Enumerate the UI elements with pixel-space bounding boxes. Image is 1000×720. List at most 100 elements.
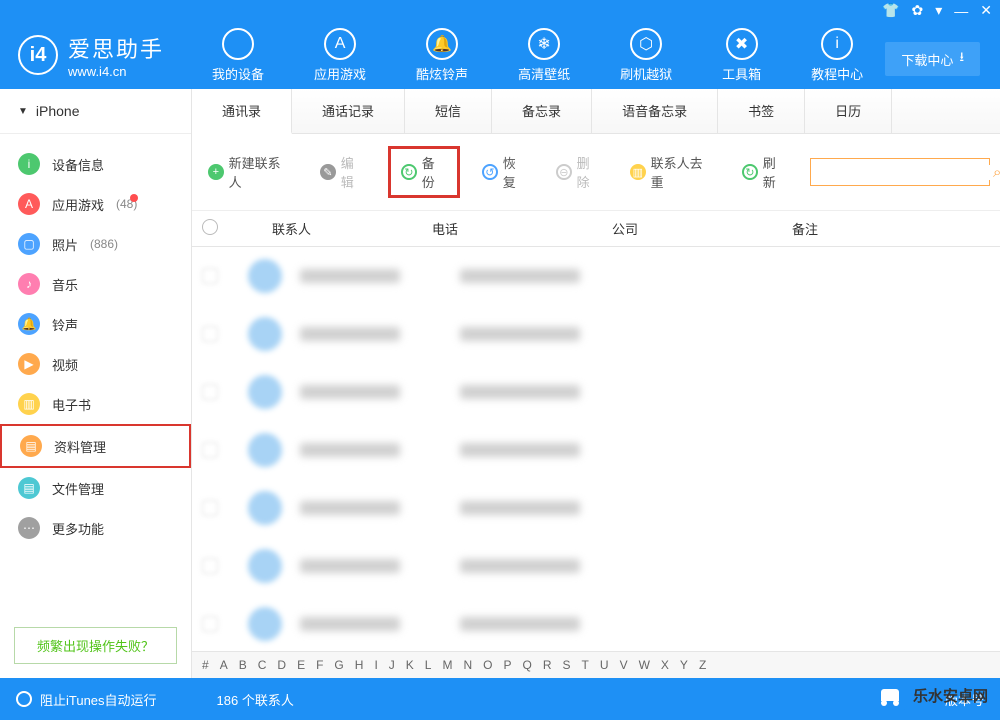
table-row[interactable] — [192, 363, 1000, 421]
tab-1[interactable]: 通话记录 — [292, 89, 405, 133]
topnav-item-2[interactable]: 🔔酷炫铃声 — [416, 28, 468, 83]
table-row[interactable] — [192, 421, 1000, 479]
refresh-button[interactable]: ↻刷新 — [736, 149, 794, 195]
search-input[interactable] — [817, 165, 993, 180]
sidebar-item-6[interactable]: ▥电子书 — [0, 384, 191, 424]
alpha-#[interactable]: # — [202, 658, 209, 672]
col-company[interactable]: 公司 — [612, 219, 792, 238]
sidebar-item-8[interactable]: ▤文件管理 — [0, 468, 191, 508]
row-checkbox[interactable] — [202, 268, 218, 284]
topnav-icon — [222, 28, 254, 60]
tab-3[interactable]: 备忘录 — [492, 89, 592, 133]
sidebar-item-3[interactable]: ♪音乐 — [0, 264, 191, 304]
alpha-A[interactable]: A — [220, 658, 228, 672]
alpha-I[interactable]: I — [374, 658, 377, 672]
alpha-S[interactable]: S — [563, 658, 571, 672]
tab-0[interactable]: 通讯录 — [192, 89, 292, 134]
edit-button[interactable]: ✎编辑 — [314, 149, 372, 195]
row-checkbox[interactable] — [202, 616, 218, 632]
topnav-item-6[interactable]: i教程中心 — [811, 28, 863, 83]
alpha-D[interactable]: D — [277, 658, 286, 672]
alpha-L[interactable]: L — [425, 658, 432, 672]
help-link[interactable]: 频繁出现操作失败？ — [14, 627, 177, 664]
alpha-B[interactable]: B — [239, 658, 247, 672]
alpha-V[interactable]: V — [620, 658, 628, 672]
topnav-item-4[interactable]: ⬡刷机越狱 — [620, 28, 672, 83]
tab-5[interactable]: 书签 — [718, 89, 805, 133]
close-icon[interactable]: ✕ — [980, 2, 992, 19]
alpha-P[interactable]: P — [504, 658, 512, 672]
new-contact-button[interactable]: +新建联系人 — [202, 149, 298, 195]
avatar — [248, 491, 282, 525]
sidebar-icon: A — [18, 193, 40, 215]
table-row[interactable] — [192, 595, 1000, 651]
table-row[interactable] — [192, 305, 1000, 363]
alpha-H[interactable]: H — [355, 658, 364, 672]
sidebar-item-7[interactable]: ▤资料管理 — [0, 424, 191, 468]
alpha-index: # ABCDEFGHIJKLMNOPQRSTUVWXYZ — [192, 651, 1000, 678]
alpha-X[interactable]: X — [661, 658, 669, 672]
search-icon[interactable]: ⌕ — [993, 164, 1000, 181]
sidebar-item-2[interactable]: ▢照片(886) — [0, 224, 191, 264]
device-selector[interactable]: ▼ iPhone — [0, 89, 191, 134]
download-center-button[interactable]: 下载中心⭳ — [885, 42, 980, 76]
alpha-E[interactable]: E — [297, 658, 305, 672]
row-checkbox[interactable] — [202, 558, 218, 574]
sidebar-item-9[interactable]: ⋯更多功能 — [0, 508, 191, 548]
backup-button[interactable]: ↻备份 — [388, 146, 460, 198]
restore-button[interactable]: ↺恢复 — [476, 149, 534, 195]
topnav-item-5[interactable]: ✖工具箱 — [722, 28, 761, 83]
alpha-G[interactable]: G — [334, 658, 343, 672]
alpha-F[interactable]: F — [316, 658, 323, 672]
sidebar-item-0[interactable]: i设备信息 — [0, 144, 191, 184]
alpha-Y[interactable]: Y — [680, 658, 688, 672]
alpha-O[interactable]: O — [483, 658, 492, 672]
topnav-item-1[interactable]: A应用游戏 — [314, 28, 366, 83]
topnav-icon: i — [821, 28, 853, 60]
sidebar-item-1[interactable]: A应用游戏(48) — [0, 184, 191, 224]
col-contact[interactable]: 联系人 — [232, 219, 432, 238]
table-row[interactable] — [192, 537, 1000, 595]
topnav-item-3[interactable]: ❄高清壁纸 — [518, 28, 570, 83]
alpha-N[interactable]: N — [463, 658, 472, 672]
sidebar-icon: ▢ — [18, 233, 40, 255]
top-nav: 我的设备 A应用游戏 🔔酷炫铃声 ❄高清壁纸 ⬡刷机越狱 ✖工具箱 i教程中心 — [212, 28, 863, 83]
select-all-checkbox[interactable] — [202, 219, 232, 238]
alpha-T[interactable]: T — [582, 658, 589, 672]
minimize-icon[interactable]: — — [954, 3, 968, 19]
sidebar-item-4[interactable]: 🔔铃声 — [0, 304, 191, 344]
table-row[interactable] — [192, 479, 1000, 537]
dropdown-icon[interactable]: ▾ — [935, 2, 942, 19]
sidebar-item-5[interactable]: ▶视频 — [0, 344, 191, 384]
topnav-icon: ✖ — [726, 28, 758, 60]
tab-4[interactable]: 语音备忘录 — [592, 89, 718, 133]
alpha-W[interactable]: W — [639, 658, 650, 672]
alpha-K[interactable]: K — [406, 658, 414, 672]
alpha-R[interactable]: R — [543, 658, 552, 672]
alpha-Z[interactable]: Z — [699, 658, 706, 672]
row-checkbox[interactable] — [202, 326, 218, 342]
alpha-Q[interactable]: Q — [523, 658, 532, 672]
dedup-button[interactable]: ▥联系人去重 — [624, 149, 720, 195]
table-row[interactable] — [192, 247, 1000, 305]
topnav-item-0[interactable]: 我的设备 — [212, 28, 264, 83]
tshirt-icon[interactable]: 👕 — [882, 2, 899, 19]
alpha-C[interactable]: C — [258, 658, 267, 672]
tab-6[interactable]: 日历 — [805, 89, 892, 133]
delete-button[interactable]: ⊖删除 — [550, 149, 608, 195]
watermark-icon — [873, 678, 907, 712]
avatar — [248, 259, 282, 293]
alpha-U[interactable]: U — [600, 658, 609, 672]
contact-list — [192, 247, 1000, 651]
alpha-J[interactable]: J — [389, 658, 395, 672]
search-box[interactable]: ⌕ — [810, 158, 990, 186]
tab-2[interactable]: 短信 — [405, 89, 492, 133]
row-checkbox[interactable] — [202, 500, 218, 516]
alpha-M[interactable]: M — [442, 658, 452, 672]
row-checkbox[interactable] — [202, 442, 218, 458]
gear-icon[interactable]: ✿ — [912, 2, 924, 19]
col-phone[interactable]: 电话 — [432, 219, 612, 238]
itunes-toggle[interactable]: 阻止iTunes自动运行 — [16, 690, 157, 709]
row-checkbox[interactable] — [202, 384, 218, 400]
col-note[interactable]: 备注 — [792, 219, 990, 238]
